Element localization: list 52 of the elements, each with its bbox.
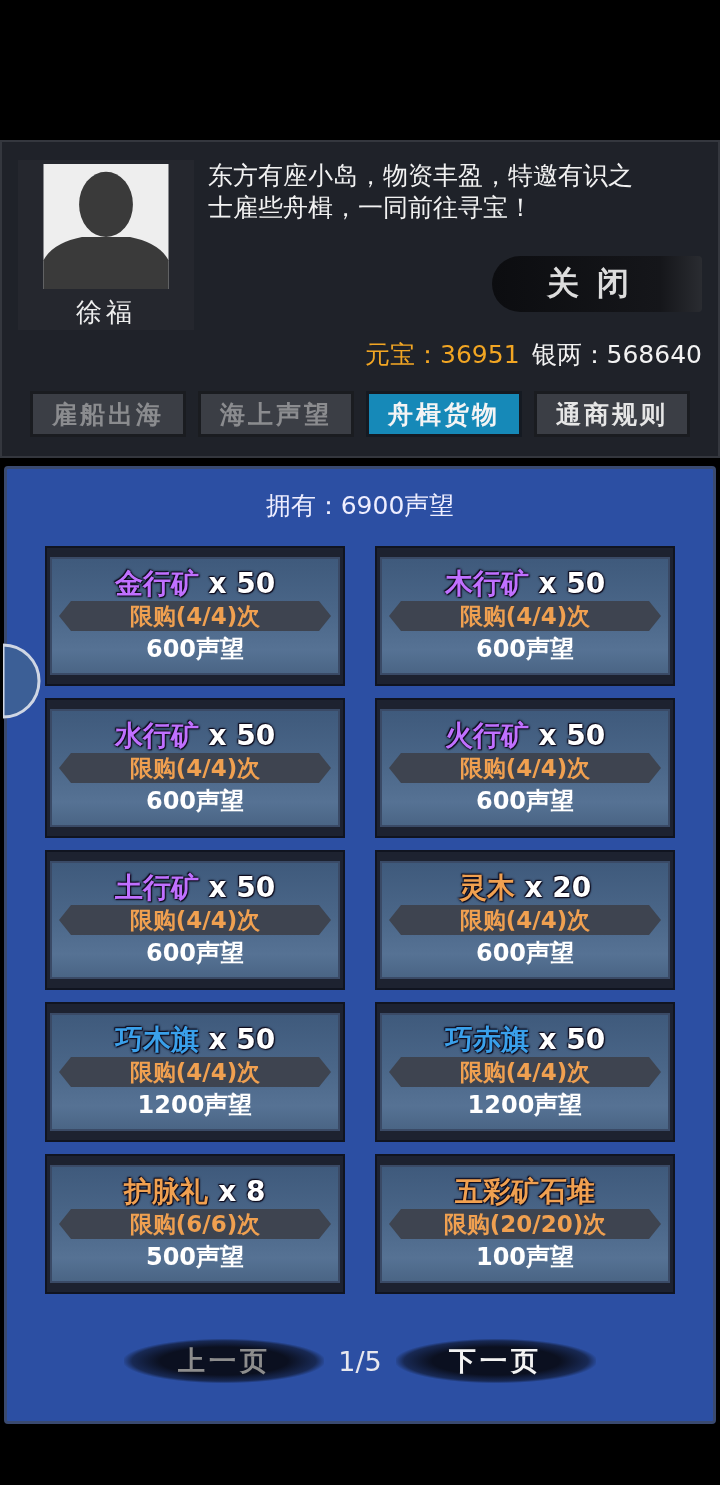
goods-name: 金行矿 x 50	[114, 567, 276, 601]
purchase-limit: 限购(4/4)次	[389, 1057, 661, 1087]
tab[interactable]: 通商规则	[534, 391, 690, 437]
goods-name: 五彩矿石堆	[455, 1175, 595, 1209]
goods-price: 600声望	[145, 634, 245, 665]
goods-price: 600声望	[475, 938, 575, 969]
goods-card[interactable]: 灵木 x 20 限购(4/4)次 600声望	[375, 850, 675, 990]
purchase-limit: 限购(4/4)次	[389, 601, 661, 631]
goods-card[interactable]: 护脉礼 x 8 限购(6/6)次 500声望	[45, 1154, 345, 1294]
npc-message: 东方有座小岛，物资丰盈，特邀有识之士雇些舟楫，一同前往寻宝！	[208, 160, 634, 224]
purchase-limit: 限购(6/6)次	[59, 1209, 331, 1239]
close-button[interactable]: 关闭	[492, 256, 702, 312]
goods-card[interactable]: 木行矿 x 50 限购(4/4)次 600声望	[375, 546, 675, 686]
goods-name: 灵木 x 20	[458, 871, 592, 905]
goods-card[interactable]: 巧木旗 x 50 限购(4/4)次 1200声望	[45, 1002, 345, 1142]
goods-card[interactable]: 金行矿 x 50 限购(4/4)次 600声望	[45, 546, 345, 686]
purchase-limit: 限购(4/4)次	[389, 905, 661, 935]
goods-card[interactable]: 五彩矿石堆 限购(20/20)次 100声望	[375, 1154, 675, 1294]
goods-card[interactable]: 水行矿 x 50 限购(4/4)次 600声望	[45, 698, 345, 838]
goods-card[interactable]: 火行矿 x 50 限购(4/4)次 600声望	[375, 698, 675, 838]
goods-name: 巧赤旗 x 50	[444, 1023, 606, 1057]
page-indicator: 1/5	[338, 1345, 382, 1377]
goods-price: 600声望	[475, 634, 575, 665]
purchase-limit: 限购(4/4)次	[59, 1057, 331, 1087]
taels-balance: 银两：568640	[531, 339, 702, 371]
tab[interactable]: 舟楫货物	[366, 391, 522, 437]
purchase-limit: 限购(4/4)次	[389, 753, 661, 783]
goods-price: 1200声望	[137, 1090, 253, 1121]
purchase-limit: 限购(20/20)次	[389, 1209, 661, 1239]
goods-name: 护脉礼 x 8	[124, 1175, 266, 1209]
purchase-limit: 限购(4/4)次	[59, 753, 331, 783]
goods-price: 100声望	[475, 1242, 575, 1273]
next-page-button[interactable]: 下一页	[395, 1339, 596, 1383]
purchase-limit: 限购(4/4)次	[59, 601, 331, 631]
goods-name: 巧木旗 x 50	[114, 1023, 276, 1057]
side-handle-icon	[3, 641, 43, 721]
goods-price: 500声望	[145, 1242, 245, 1273]
goods-name: 木行矿 x 50	[444, 567, 606, 601]
goods-price: 1200声望	[467, 1090, 583, 1121]
npc-name: 徐福	[76, 296, 136, 329]
ingot-balance: 元宝：36951	[365, 339, 520, 371]
avatar-silhouette-icon	[41, 164, 171, 289]
goods-name: 火行矿 x 50	[444, 719, 606, 753]
goods-card[interactable]: 巧赤旗 x 50 限购(4/4)次 1200声望	[375, 1002, 675, 1142]
goods-name: 土行矿 x 50	[114, 871, 276, 905]
goods-price: 600声望	[475, 786, 575, 817]
goods-price: 600声望	[145, 786, 245, 817]
purchase-limit: 限购(4/4)次	[59, 905, 331, 935]
goods-price: 600声望	[145, 938, 245, 969]
goods-card[interactable]: 土行矿 x 50 限购(4/4)次 600声望	[45, 850, 345, 990]
owned-reputation: 拥有：6900声望	[265, 490, 455, 522]
goods-name: 水行矿 x 50	[114, 719, 276, 753]
